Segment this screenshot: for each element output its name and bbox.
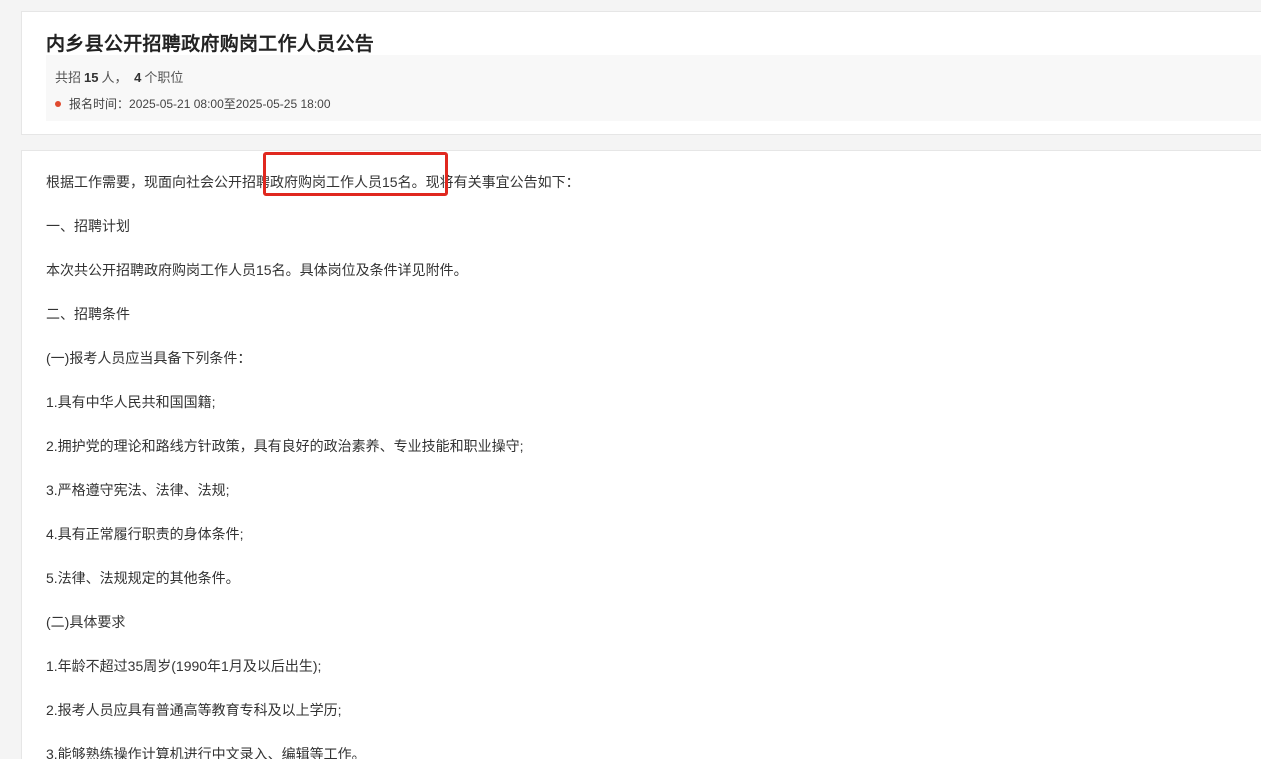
registration-period: 2025-05-21 08:00至2025-05-25 18:00 (129, 97, 331, 111)
registration-time: 报名时间： 2025-05-21 08:00至2025-05-25 18:00 (55, 95, 331, 112)
page-title: 内乡县公开招聘政府购岗工作人员公告 (46, 34, 375, 55)
positions-unit: 个职位 (144, 70, 184, 85)
subsection-heading: (一)报考人员应当具备下列条件： (46, 350, 252, 366)
registration-label: 报名时间： (69, 97, 130, 111)
article-body: 根据工作需要，现面向社会公开招聘政府购岗工作人员15名。现将有关事宜公告如下： … (21, 150, 1261, 759)
list-item: 5.法律、法规规定的其他条件。 (46, 570, 240, 586)
positions-count: 4 (134, 70, 142, 85)
list-item: 3.能够熟练操作计算机进行中文录入、编辑等工作。 (46, 746, 366, 759)
job-meta-box: 共招 15 人， 4 个职位 报名时间： 2025-05-21 08:00至2025-0… (46, 55, 1261, 121)
subsection-heading: (二)具体要求 (46, 614, 126, 630)
list-item: 3.严格遵守宪法、法律、法规; (46, 482, 230, 498)
job-header-card: 内乡县公开招聘政府购岗工作人员公告 共招 15 人， 4 个职位 报名时间： 2025-… (21, 11, 1261, 135)
list-item: 2.拥护党的理论和路线方针政策，具有良好的政治素养、专业技能和职业操守; (46, 438, 524, 454)
status-dot-icon (55, 100, 61, 107)
people-unit: 人， (101, 70, 128, 85)
page: 内乡县公开招聘政府购岗工作人员公告 共招 15 人， 4 个职位 报名时间： 2025-… (0, 0, 1261, 759)
list-item: 1.年龄不超过35周岁(1990年1月及以后出生); (46, 658, 322, 674)
section-heading: 二、招聘条件 (46, 306, 130, 322)
recruit-count: 共招 15 人， 4 个职位 (55, 67, 183, 86)
paragraph-intro: 根据工作需要，现面向社会公开招聘政府购岗工作人员15名。现将有关事宜公告如下： (46, 174, 580, 190)
list-item: 4.具有正常履行职责的身体条件; (46, 526, 244, 542)
list-item: 2.报考人员应具有普通高等教育专科及以上学历; (46, 702, 342, 718)
list-item: 1.具有中华人民共和国国籍; (46, 394, 216, 410)
paragraph: 本次共公开招聘政府购岗工作人员15名。具体岗位及条件详见附件。 (46, 262, 468, 278)
count-prefix: 共招 (55, 70, 82, 85)
section-heading: 一、招聘计划 (46, 218, 130, 234)
total-people: 15 (84, 70, 99, 85)
